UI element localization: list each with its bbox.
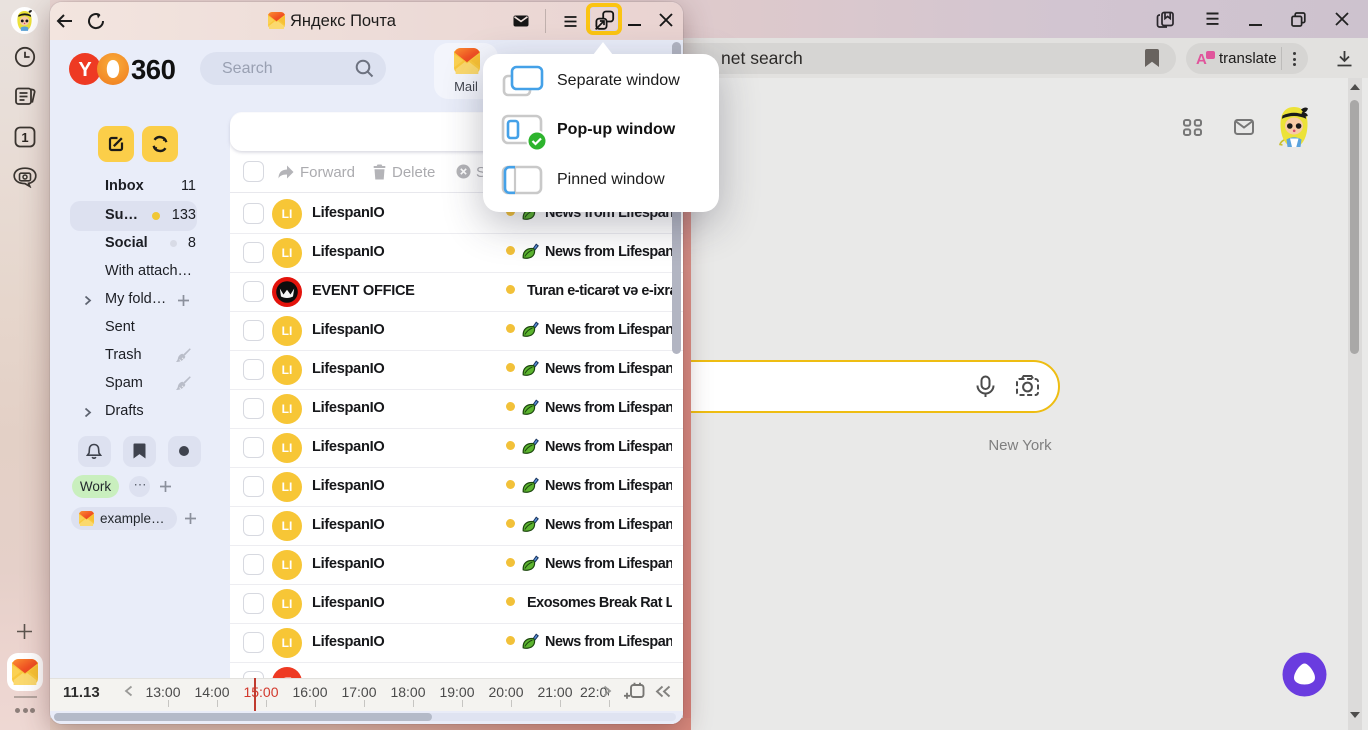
svg-text:1: 1 — [21, 130, 28, 145]
svg-text:Y: Y — [78, 59, 92, 81]
svg-text:A: A — [1196, 51, 1207, 68]
svg-text:360: 360 — [131, 54, 176, 85]
